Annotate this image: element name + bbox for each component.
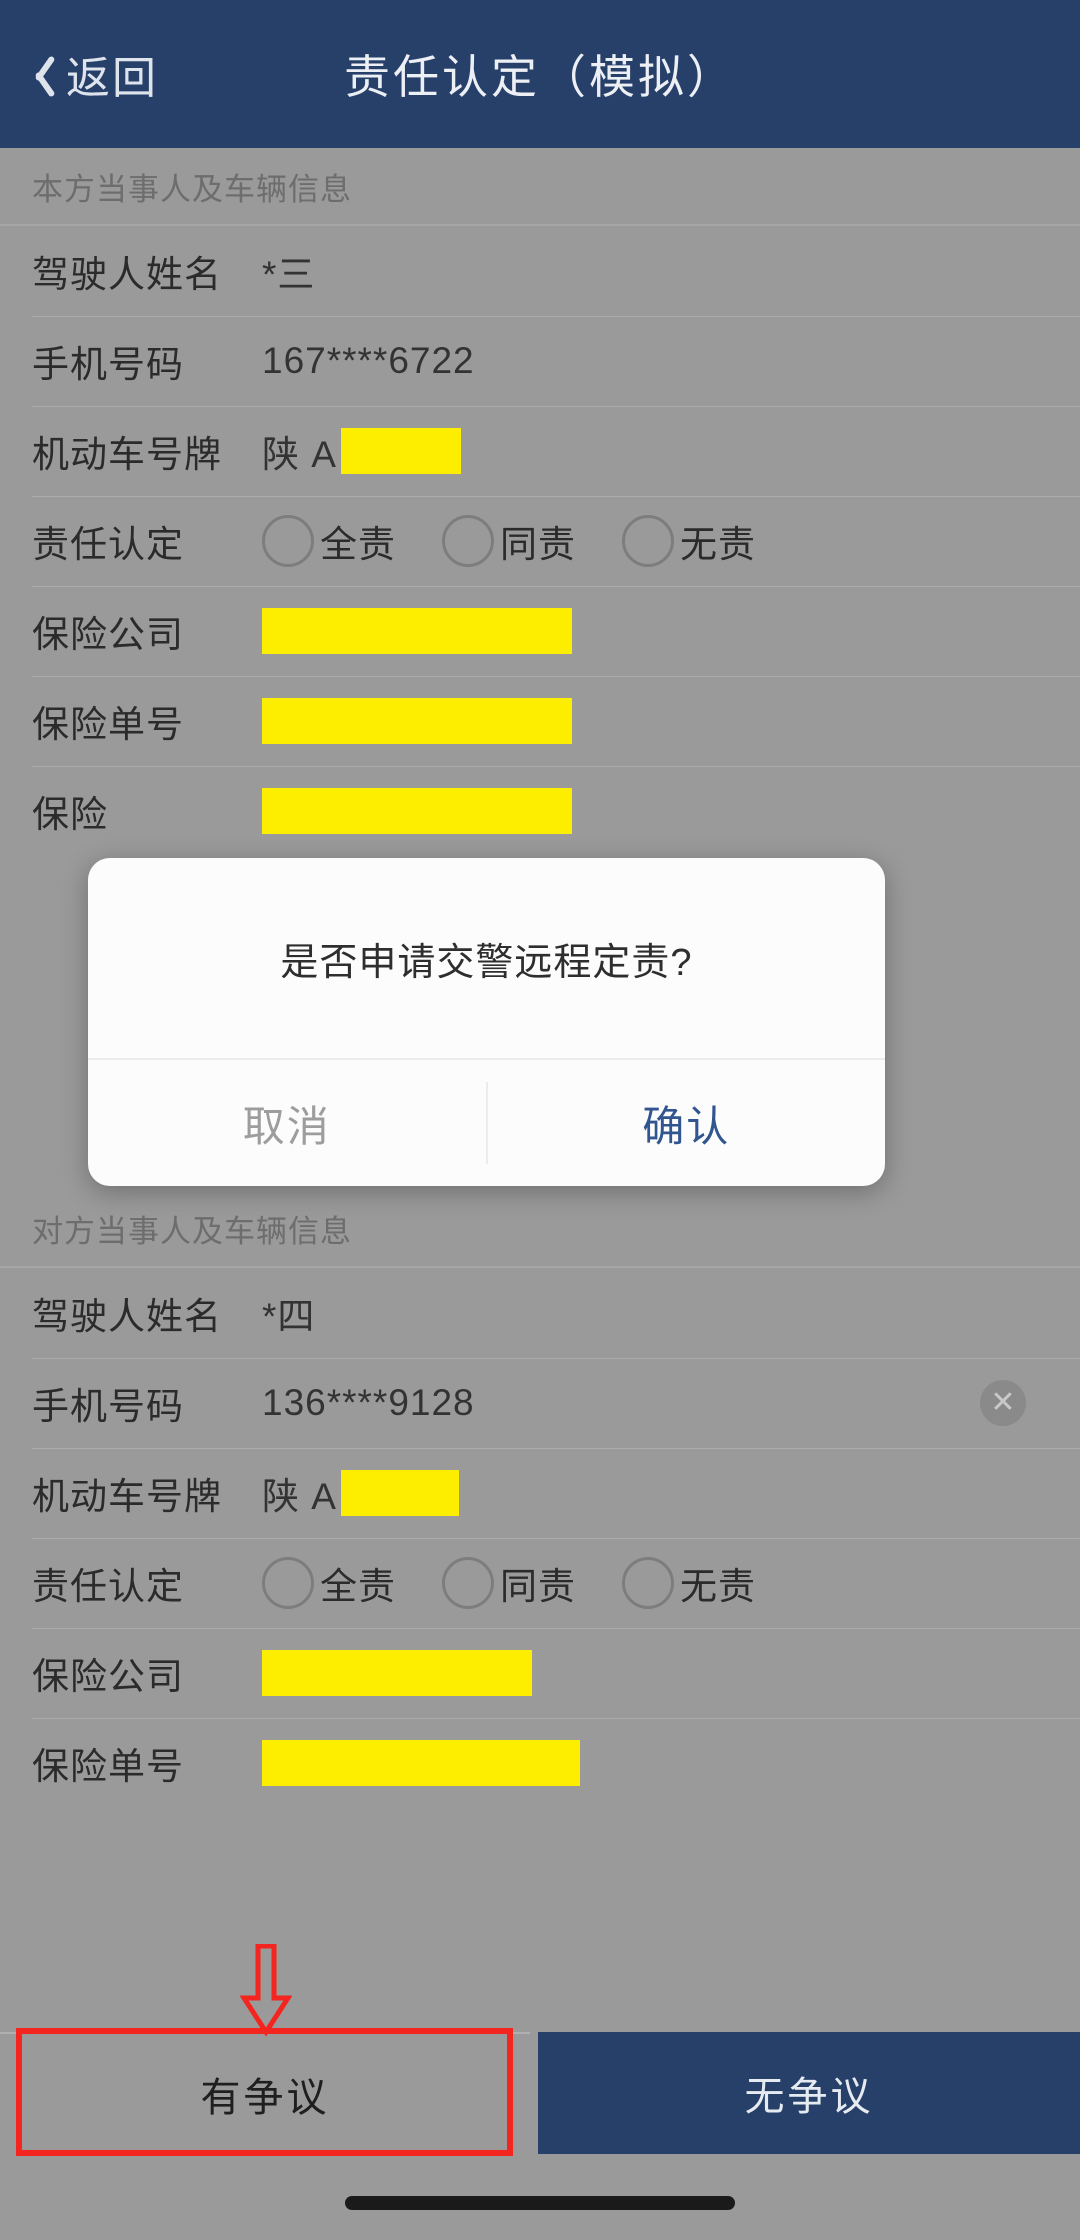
radio-label: 同责: [500, 524, 576, 565]
radio-circle-icon: [442, 515, 494, 567]
page-title: 责任认定（模拟）: [344, 51, 736, 103]
dialog-cancel-button[interactable]: 取消: [88, 1060, 486, 1186]
no-dispute-button[interactable]: 无争议: [538, 2032, 1080, 2154]
dialog-actions: 取消 确认: [88, 1058, 885, 1186]
row-value: 陕 A: [262, 424, 461, 478]
row-value: *四: [262, 1296, 316, 1337]
radio-other-none[interactable]: 无责: [622, 1556, 756, 1610]
radio-self-full[interactable]: 全责: [262, 514, 396, 568]
radio-group-other-liability: 全责 同责 无责: [262, 1556, 756, 1610]
row-other-insurance-company[interactable]: 保险公司: [0, 1628, 1080, 1718]
redaction-block: [262, 698, 572, 744]
radio-other-shared[interactable]: 同责: [442, 1556, 576, 1610]
section-self-party: 本方当事人及车辆信息 驾驶人姓名 *三 手机号码 167****6722 机动车…: [0, 148, 1080, 856]
radio-circle-icon: [442, 1557, 494, 1609]
back-button-label: 返回: [66, 54, 158, 103]
radio-circle-icon: [262, 515, 314, 567]
row-self-liability[interactable]: 责任认定 全责 同责 无责: [0, 496, 1080, 586]
radio-label: 同责: [500, 1566, 576, 1607]
row-self-phone[interactable]: 手机号码 167****6722: [0, 316, 1080, 406]
row-label: 保险: [32, 794, 108, 835]
app-screen: 返回 责任认定（模拟） 本方当事人及车辆信息 驾驶人姓名 *三 手机号码 167…: [0, 0, 1080, 2240]
row-value: *三: [262, 254, 316, 295]
row-other-plate[interactable]: 机动车号牌 陕 A: [0, 1448, 1080, 1538]
radio-self-shared[interactable]: 同责: [442, 514, 576, 568]
row-value: [262, 1650, 532, 1696]
back-button[interactable]: 返回: [22, 42, 158, 106]
radio-other-full[interactable]: 全责: [262, 1556, 396, 1610]
confirm-dialog: 是否申请交警远程定责? 取消 确认: [88, 858, 885, 1186]
row-value: [262, 698, 572, 744]
redaction-block: [262, 1740, 580, 1786]
row-label: 机动车号牌: [32, 1476, 222, 1517]
row-value: 陕 A: [262, 1466, 459, 1520]
row-label: 保险公司: [32, 1656, 184, 1697]
home-indicator: [345, 2196, 735, 2210]
down-arrow-annotation-icon: [240, 1944, 292, 2036]
radio-label: 全责: [320, 524, 396, 565]
redaction-block: [340, 428, 461, 474]
row-value: [262, 788, 572, 834]
dialog-message: 是否申请交警远程定责?: [280, 941, 693, 984]
row-other-policy-number[interactable]: 保险单号: [0, 1718, 1080, 1808]
plate-prefix: 陕 A: [262, 434, 337, 475]
row-other-phone[interactable]: 手机号码 136****9128 ✕: [0, 1358, 1080, 1448]
dialog-confirm-button[interactable]: 确认: [488, 1060, 886, 1186]
radio-circle-icon: [262, 1557, 314, 1609]
row-self-driver-name[interactable]: 驾驶人姓名 *三: [0, 226, 1080, 316]
row-value: 136****9128: [262, 1382, 475, 1423]
radio-group-self-liability: 全责 同责 无责: [262, 514, 756, 568]
row-label: 机动车号牌: [32, 434, 222, 475]
clear-circle-icon[interactable]: ✕: [980, 1380, 1026, 1426]
row-label: 保险单号: [32, 1746, 184, 1787]
section-heading-other: 对方当事人及车辆信息: [0, 1190, 1080, 1268]
row-value: [262, 1740, 580, 1786]
dispute-button[interactable]: 有争议: [0, 2032, 530, 2154]
row-self-plate[interactable]: 机动车号牌 陕 A: [0, 406, 1080, 496]
row-self-insurance-extra[interactable]: 保险: [0, 766, 1080, 856]
row-label: 手机号码: [32, 344, 184, 385]
row-other-liability[interactable]: 责任认定 全责 同责 无责: [0, 1538, 1080, 1628]
row-value: [262, 608, 572, 654]
row-label: 责任认定: [32, 524, 184, 565]
radio-circle-icon: [622, 515, 674, 567]
radio-label: 全责: [320, 1566, 396, 1607]
redaction-block: [262, 788, 572, 834]
row-other-driver-name[interactable]: 驾驶人姓名 *四: [0, 1268, 1080, 1358]
row-label: 手机号码: [32, 1386, 184, 1427]
plate-prefix: 陕 A: [262, 1476, 337, 1517]
row-label: 驾驶人姓名: [32, 254, 222, 295]
row-label: 驾驶人姓名: [32, 1296, 222, 1337]
section-other-party: 对方当事人及车辆信息 驾驶人姓名 *四 手机号码 136****9128 ✕ 机…: [0, 1190, 1080, 1808]
footer-action-bar: 有争议 无争议: [0, 2032, 1080, 2154]
row-self-insurance-company[interactable]: 保险公司: [0, 586, 1080, 676]
row-label: 保险单号: [32, 704, 184, 745]
section-heading-self: 本方当事人及车辆信息: [0, 148, 1080, 226]
radio-label: 无责: [680, 524, 756, 565]
navigation-bar: 返回 责任认定（模拟）: [0, 0, 1080, 148]
radio-label: 无责: [680, 1566, 756, 1607]
row-label: 责任认定: [32, 1566, 184, 1607]
redaction-block: [262, 608, 572, 654]
row-value: 167****6722: [262, 340, 475, 381]
radio-self-none[interactable]: 无责: [622, 514, 756, 568]
redaction-block: [262, 1650, 532, 1696]
row-label: 保险公司: [32, 614, 184, 655]
row-self-policy-number[interactable]: 保险单号: [0, 676, 1080, 766]
chevron-left-icon: [22, 51, 52, 97]
radio-circle-icon: [622, 1557, 674, 1609]
redaction-block: [340, 1470, 459, 1516]
